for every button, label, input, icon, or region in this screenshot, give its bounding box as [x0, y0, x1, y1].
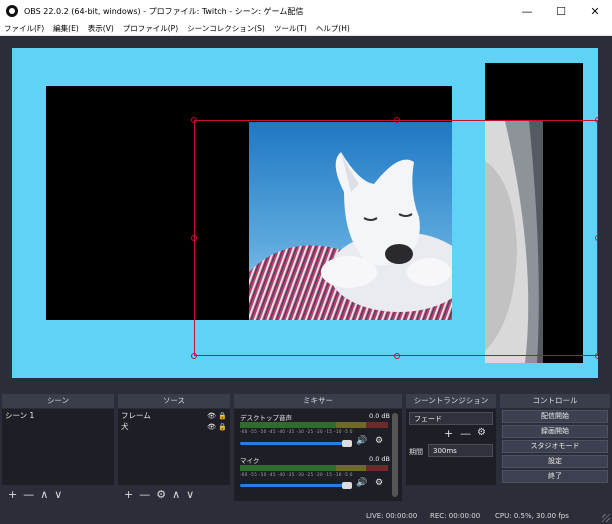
exit-button[interactable]: 終了: [502, 470, 608, 483]
source-label: フレーム: [121, 411, 151, 420]
title-bar: OBS 22.0.2 (64-bit, windows) - プロファイル: T…: [0, 0, 612, 22]
move-up-icon[interactable]: ∧: [40, 488, 48, 501]
remove-scene-icon[interactable]: —: [23, 488, 34, 501]
maximize-button[interactable]: ☐: [544, 0, 578, 22]
scenes-list: シーン 1: [2, 409, 114, 485]
settings-button[interactable]: 設定: [502, 455, 608, 468]
menu-view[interactable]: 表示(V): [88, 23, 114, 34]
source-item[interactable]: 犬 👁 🔒: [118, 422, 230, 432]
mixer-dock-title: ミキサー: [234, 394, 402, 408]
mic-scale: -60 -55 -50 -45 -40 -35 -30 -25 -20 -15 …: [240, 472, 353, 477]
sources-dock-title: ソース: [118, 394, 230, 408]
move-up-icon[interactable]: ∧: [172, 488, 180, 501]
resize-handle-top-right[interactable]: [595, 117, 598, 123]
add-scene-icon[interactable]: +: [8, 488, 17, 501]
eye-icon[interactable]: 👁: [207, 423, 216, 431]
speaker-icon[interactable]: 🔊: [356, 436, 367, 446]
cpu-fps: CPU: 0.5%, 30.00 fps: [495, 512, 569, 520]
desktop-audio-volume-track[interactable]: [240, 442, 348, 445]
resize-handle-bottom-right[interactable]: [595, 353, 598, 359]
status-bar: LIVE: 00:00:00 REC: 00:00:00 CPU: 0.5%, …: [0, 508, 612, 524]
audio-settings-gear-icon[interactable]: ⚙: [375, 478, 383, 488]
eye-icon[interactable]: 👁: [207, 412, 216, 420]
start-recording-button[interactable]: 録画開始: [502, 425, 608, 438]
scenes-dock-title: シーン: [2, 394, 114, 408]
close-button[interactable]: ✕: [578, 0, 612, 22]
studio-mode-button[interactable]: スタジオモード: [502, 440, 608, 453]
menu-profile[interactable]: プロファイル(P): [123, 23, 178, 34]
duration-spinbox[interactable]: 300ms: [428, 444, 493, 457]
source-item[interactable]: フレーム 👁 🔒: [118, 411, 230, 421]
minimize-button[interactable]: —: [510, 0, 544, 22]
transition-select[interactable]: フェード: [409, 412, 493, 425]
resize-handle-bottom-left[interactable]: [191, 353, 197, 359]
scenes-toolbar: + — ∧ ∨: [2, 486, 114, 502]
start-streaming-button[interactable]: 配信開始: [502, 410, 608, 423]
lock-icon[interactable]: 🔒: [218, 412, 227, 420]
preview-area: [0, 36, 612, 388]
add-transition-icon[interactable]: +: [444, 427, 453, 440]
sources-toolbar: + — ⚙ ∧ ∨: [118, 486, 230, 502]
menu-bar: ファイル(F) 編集(E) 表示(V) プロファイル(P) シーンコレクション(…: [0, 22, 612, 36]
mic-db: 0.0 dB: [369, 455, 390, 463]
desktop-audio-label: デスクトップ音声: [240, 414, 292, 422]
lock-icon[interactable]: 🔒: [218, 423, 227, 431]
source-label: 犬: [121, 422, 129, 431]
live-timer: LIVE: 00:00:00: [366, 512, 418, 520]
move-down-icon[interactable]: ∨: [54, 488, 62, 501]
desktop-audio-volume-thumb[interactable]: [342, 440, 352, 447]
mic-label: マイク: [240, 457, 260, 465]
scene-item[interactable]: シーン 1: [2, 411, 114, 421]
duration-label: 期間: [409, 448, 423, 456]
desktop-audio-db: 0.0 dB: [369, 412, 390, 420]
add-source-icon[interactable]: +: [124, 488, 133, 501]
obs-logo-icon: [6, 5, 18, 17]
menu-file[interactable]: ファイル(F): [4, 23, 44, 34]
move-down-icon[interactable]: ∨: [186, 488, 194, 501]
speaker-icon[interactable]: 🔊: [356, 478, 367, 488]
desktop-audio-scale: -60 -55 -50 -45 -40 -35 -30 -25 -20 -15 …: [240, 429, 353, 434]
rec-timer: REC: 00:00:00: [430, 512, 481, 520]
resize-handle-bottom[interactable]: [394, 353, 400, 359]
resize-handle-right[interactable]: [595, 235, 598, 241]
controls-dock-title: コントロール: [500, 394, 610, 408]
audio-settings-gear-icon[interactable]: ⚙: [375, 436, 383, 446]
menu-tools[interactable]: ツール(T): [274, 23, 307, 34]
mic-volume-thumb[interactable]: [342, 482, 352, 489]
resize-handle-top-left[interactable]: [191, 117, 197, 123]
remove-transition-icon[interactable]: —: [460, 427, 471, 440]
mixer-scrollbar[interactable]: [392, 413, 398, 497]
selection-box[interactable]: [191, 117, 598, 359]
preview-canvas[interactable]: [12, 48, 598, 378]
transitions-dock-title: シーントランジション: [406, 394, 496, 408]
desktop-audio-meter: [240, 422, 388, 428]
menu-scene-collection[interactable]: シーンコレクション(S): [187, 23, 265, 34]
remove-source-icon[interactable]: —: [139, 488, 150, 501]
source-properties-gear-icon[interactable]: ⚙: [156, 488, 166, 501]
menu-edit[interactable]: 編集(E): [53, 23, 79, 34]
mic-meter: [240, 465, 388, 471]
resize-handle-top[interactable]: [394, 117, 400, 123]
window-title: OBS 22.0.2 (64-bit, windows) - プロファイル: T…: [24, 6, 304, 16]
mic-volume-track[interactable]: [240, 484, 348, 487]
transitions-panel: フェード + — ⚙ 期間 300ms: [406, 409, 496, 485]
sources-list: フレーム 👁 🔒 犬 👁 🔒: [118, 409, 230, 485]
resize-grip-icon[interactable]: [602, 514, 610, 522]
menu-help[interactable]: ヘルプ(H): [316, 23, 350, 34]
mixer-panel: デスクトップ音声 0.0 dB -60 -55 -50 -45 -40 -35 …: [234, 409, 402, 501]
resize-handle-left[interactable]: [191, 235, 197, 241]
transition-gear-icon[interactable]: ⚙: [477, 427, 486, 438]
